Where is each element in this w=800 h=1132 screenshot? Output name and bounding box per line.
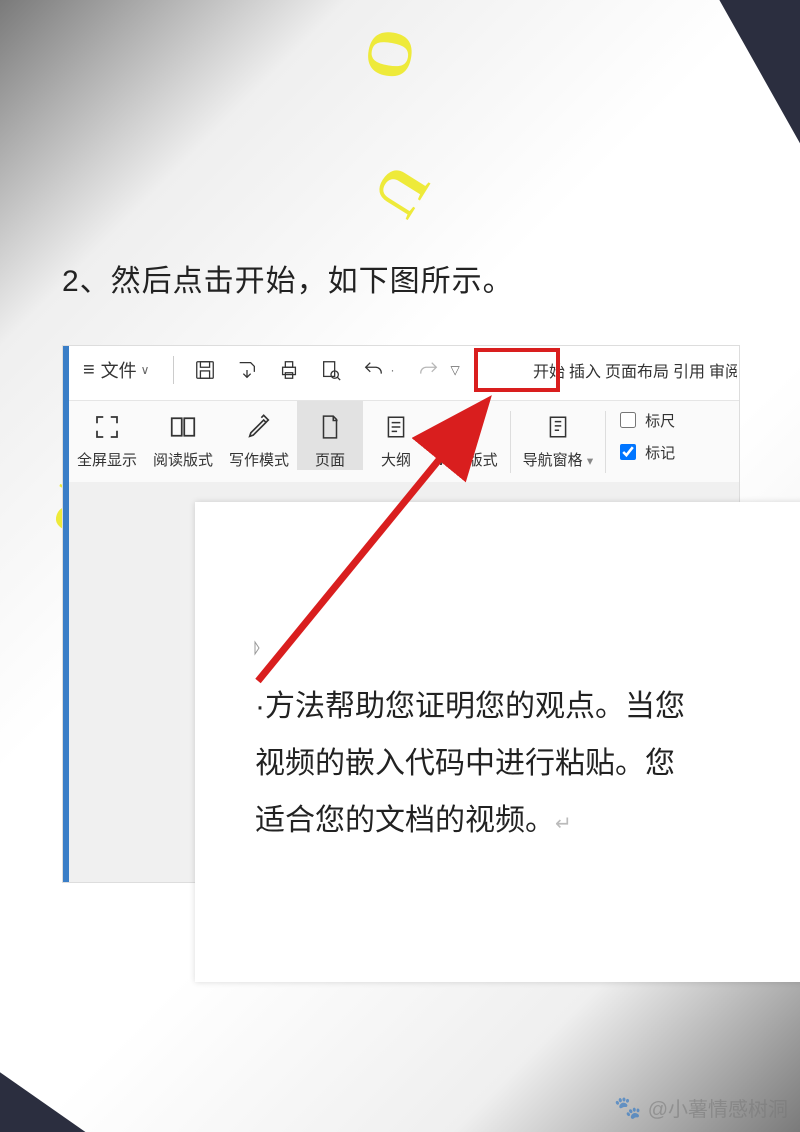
btn-page[interactable]: 页面	[297, 401, 363, 470]
tab-insert[interactable]: 插入	[569, 358, 601, 382]
text-cursor-icon	[253, 640, 269, 656]
label: Web版式	[437, 449, 498, 470]
btn-nav-pane[interactable]: 导航窗格 ▾	[515, 401, 601, 470]
nav-icon	[545, 409, 571, 445]
web-icon	[452, 409, 482, 445]
file-menu-caret-icon[interactable]: ∨	[141, 363, 150, 377]
pencil-icon	[245, 409, 273, 445]
btn-web[interactable]: Web版式	[429, 401, 506, 470]
separator	[510, 411, 511, 473]
tab-review[interactable]: 审阅	[709, 358, 737, 382]
ribbon: 全屏显示 阅读版式 写作模式 页面 大纲 Web版式	[69, 400, 739, 484]
separator	[173, 356, 174, 384]
undo-icon[interactable]	[360, 358, 386, 382]
doc-line: ·方法帮助您证明您的观点。当您	[255, 678, 800, 735]
document-body-text: ·方法帮助您证明您的观点。当您 视频的嵌入代码中进行粘贴。您 适合您的文档的视频…	[255, 678, 800, 849]
document-viewport: ·方法帮助您证明您的观点。当您 视频的嵌入代码中进行粘贴。您 适合您的文档的视频…	[69, 482, 739, 882]
watermark-text: @小薯情感树洞	[648, 1093, 788, 1122]
label: 大纲	[381, 449, 411, 470]
redo-icon[interactable]	[416, 358, 442, 382]
label: 阅读版式	[153, 449, 213, 470]
label: 全屏显示	[77, 449, 137, 470]
label: 标记	[645, 442, 675, 463]
quick-access-more-icon[interactable]: ▽	[450, 363, 459, 377]
doc-line: 适合您的文档的视频。↵	[255, 792, 800, 849]
label: 页面	[315, 449, 345, 470]
menu-icon[interactable]: ≡	[83, 359, 95, 382]
print-icon[interactable]	[276, 358, 302, 382]
tab-layout[interactable]: 页面布局	[605, 358, 669, 382]
step-instruction: 2、然后点击开始，如下图所示。	[62, 256, 514, 300]
corner-triangle-top	[716, 0, 800, 154]
saveas-icon[interactable]	[234, 358, 260, 382]
view-checkboxes: 标尺 标记	[610, 401, 681, 471]
tutorial-card: O U W E R E M I S I S H W E R V 2、然后点击开始…	[0, 0, 800, 1132]
btn-outline[interactable]: 大纲	[363, 401, 429, 470]
tab-start[interactable]: 开始	[533, 358, 565, 382]
corner-triangle-bottom	[0, 1068, 94, 1132]
page-icon	[317, 409, 343, 445]
btn-reading[interactable]: 阅读版式	[145, 401, 221, 470]
screenshot-frame: ≡ 文件 ∨ · ▽ 开始 插入 页面布局 引用 审阅 全屏显示	[62, 345, 740, 883]
check-marks[interactable]: 标记	[616, 441, 675, 463]
check-ruler[interactable]: 标尺	[616, 409, 675, 431]
undo-dropdown-icon[interactable]: ·	[390, 363, 394, 377]
separator	[605, 411, 606, 473]
paw-icon: 🐾	[614, 1095, 641, 1121]
tab-reference[interactable]: 引用	[673, 358, 705, 382]
label: 写作模式	[229, 449, 289, 470]
print-preview-icon[interactable]	[318, 358, 344, 382]
doc-line: 视频的嵌入代码中进行粘贴。您	[255, 735, 800, 792]
paragraph-mark-icon: ↵	[555, 813, 572, 835]
ribbon-tabs: 开始 插入 页面布局 引用 审阅	[531, 346, 739, 394]
label: 标尺	[645, 410, 675, 431]
checkbox-marks[interactable]	[620, 444, 636, 460]
book-icon	[167, 409, 199, 445]
watermark: 🐾 @小薯情感树洞	[614, 1093, 788, 1122]
btn-writing[interactable]: 写作模式	[221, 401, 297, 470]
document-page[interactable]: ·方法帮助您证明您的观点。当您 视频的嵌入代码中进行粘贴。您 适合您的文档的视频…	[195, 502, 800, 982]
fullscreen-icon	[92, 409, 122, 445]
label: 导航窗格 ▾	[523, 449, 593, 470]
outline-icon	[383, 409, 409, 445]
file-menu[interactable]: 文件	[101, 357, 137, 383]
save-icon[interactable]	[192, 358, 218, 382]
btn-fullscreen[interactable]: 全屏显示	[69, 401, 145, 470]
checkbox-ruler[interactable]	[620, 412, 636, 428]
